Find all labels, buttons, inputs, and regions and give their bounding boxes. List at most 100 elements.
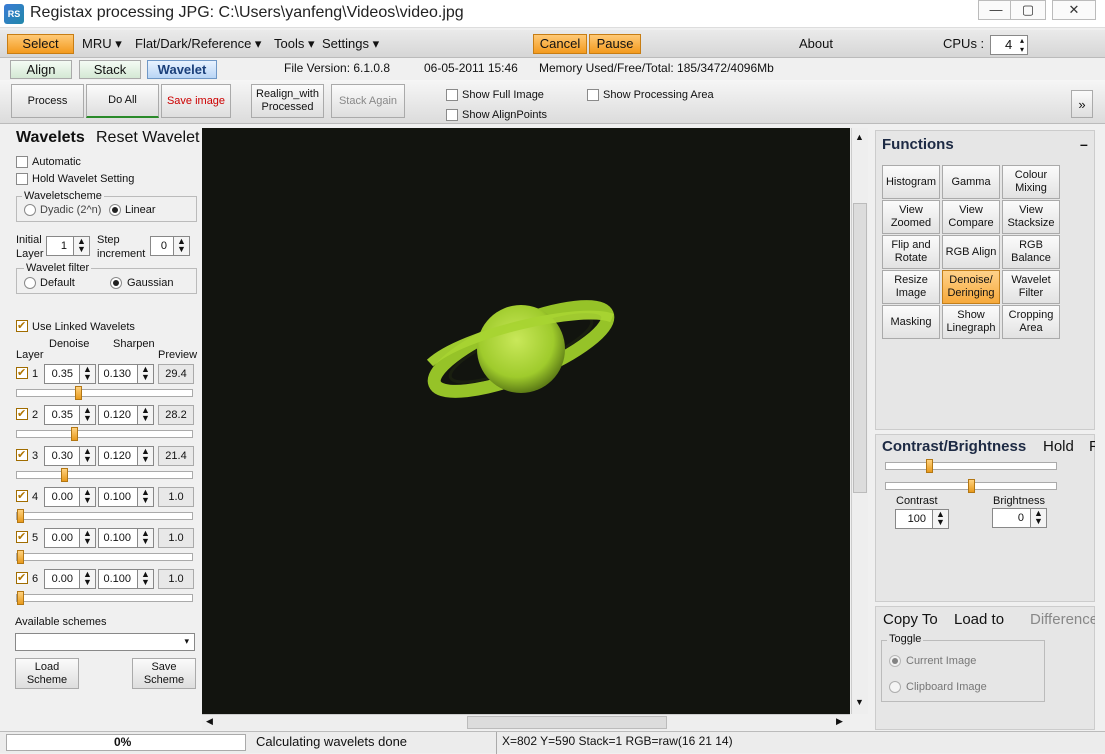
do-all-button[interactable]: Do All xyxy=(86,84,159,118)
hold-wavelet-checkbox[interactable] xyxy=(16,173,28,185)
scroll-left-icon[interactable]: ◀ xyxy=(206,716,213,727)
view-compare-button[interactable]: View Compare xyxy=(942,200,1000,234)
image-canvas[interactable] xyxy=(202,128,850,714)
settings-menu[interactable]: Settings ▾ xyxy=(322,36,379,52)
layer-enable-checkbox[interactable] xyxy=(16,367,28,379)
linear-radio[interactable] xyxy=(109,204,121,216)
histogram-button[interactable]: Histogram xyxy=(882,165,940,199)
save-image-button[interactable]: Save image xyxy=(161,84,231,118)
collapse-icon[interactable]: – xyxy=(1080,136,1088,152)
horizontal-scroll-thumb[interactable] xyxy=(467,716,667,729)
layer-slider[interactable] xyxy=(16,468,193,482)
scroll-right-icon[interactable]: ▶ xyxy=(836,716,843,727)
gaussian-radio[interactable] xyxy=(110,277,122,289)
tools-menu[interactable]: Tools ▾ xyxy=(274,36,315,52)
dyadic-radio[interactable] xyxy=(24,204,36,216)
stack-again-button[interactable]: Stack Again xyxy=(331,84,405,118)
default-radio[interactable] xyxy=(24,277,36,289)
minimize-button[interactable]: — xyxy=(978,0,1014,20)
colour-mixing-button[interactable]: Colour Mixing xyxy=(1002,165,1060,199)
flip-and-rotate-button[interactable]: Flip and Rotate xyxy=(882,235,940,269)
tab-wavelet[interactable]: Wavelet xyxy=(147,60,217,79)
layer-denoise-spinner[interactable]: 0.00 ▲ ▼ xyxy=(44,569,96,589)
masking-button[interactable]: Masking xyxy=(882,305,940,339)
show-linegraph-button[interactable]: Show Linegraph xyxy=(942,305,1000,339)
clipboard-image-radio[interactable] xyxy=(889,681,901,693)
select-button[interactable]: Select xyxy=(7,34,74,54)
layer-sharpen-spinner[interactable]: 0.100 ▲ ▼ xyxy=(98,569,154,589)
layer-denoise-spinner[interactable]: 0.00 ▲ ▼ xyxy=(44,487,96,507)
expand-icon[interactable]: » xyxy=(1071,90,1093,118)
step-increment-spinner[interactable]: 0 ▲ ▼ xyxy=(150,236,190,256)
copy-to-tab[interactable]: Copy To xyxy=(883,611,938,628)
layer-sharpen-spinner[interactable]: 0.120 ▲ ▼ xyxy=(98,405,154,425)
schemes-dropdown[interactable]: ▾ xyxy=(15,633,195,651)
rgb-align-button[interactable]: RGB Align xyxy=(942,235,1000,269)
layer-sharpen-spinner[interactable]: 0.100 ▲ ▼ xyxy=(98,528,154,548)
horizontal-scrollbar[interactable]: ◀ ▶ xyxy=(202,714,850,730)
pause-button[interactable]: Pause xyxy=(589,34,641,54)
layer-slider-thumb[interactable] xyxy=(17,550,24,564)
layer-denoise-spinner[interactable]: 0.35 ▲ ▼ xyxy=(44,405,96,425)
flat-dark-reference-menu[interactable]: Flat/Dark/Reference ▾ xyxy=(135,36,261,52)
brightness-slider-thumb[interactable] xyxy=(968,479,975,493)
layer-slider-thumb[interactable] xyxy=(17,591,24,605)
rgb-balance-button[interactable]: RGB Balance xyxy=(1002,235,1060,269)
save-scheme-button[interactable]: Save Scheme xyxy=(132,658,196,689)
load-to-tab[interactable]: Load to xyxy=(954,611,1004,628)
view-stacksize-button[interactable]: View Stacksize xyxy=(1002,200,1060,234)
show-full-image-checkbox[interactable] xyxy=(446,89,458,101)
difference-tab[interactable]: Difference xyxy=(1030,611,1095,628)
denoise-deringing-button[interactable]: Denoise/ Deringing xyxy=(942,270,1000,304)
reset-wavelet-tab[interactable]: Reset Wavelet xyxy=(96,129,199,147)
scroll-down-icon[interactable]: ▼ xyxy=(855,697,864,707)
automatic-checkbox[interactable] xyxy=(16,156,28,168)
cancel-button[interactable]: Cancel xyxy=(533,34,587,54)
load-scheme-button[interactable]: Load Scheme xyxy=(15,658,79,689)
layer-slider[interactable] xyxy=(16,550,193,564)
cpus-spinner[interactable]: 4 ▴ ▾ xyxy=(990,35,1028,55)
contrast-spinner[interactable]: 100 ▲ ▼ xyxy=(895,509,949,529)
tab-align[interactable]: Align xyxy=(10,60,72,79)
layer-slider[interactable] xyxy=(16,427,193,441)
current-image-radio[interactable] xyxy=(889,655,901,667)
layer-sharpen-spinner[interactable]: 0.120 ▲ ▼ xyxy=(98,446,154,466)
contrast-slider-thumb[interactable] xyxy=(926,459,933,473)
vertical-scroll-thumb[interactable] xyxy=(853,203,867,493)
layer-sharpen-spinner[interactable]: 0.130 ▲ ▼ xyxy=(98,364,154,384)
vertical-scrollbar[interactable]: ▲ ▼ xyxy=(851,128,868,714)
layer-denoise-spinner[interactable]: 0.35 ▲ ▼ xyxy=(44,364,96,384)
layer-enable-checkbox[interactable] xyxy=(16,408,28,420)
contrast-slider[interactable] xyxy=(885,459,1057,473)
brightness-spinner[interactable]: 0 ▲ ▼ xyxy=(992,508,1047,528)
layer-slider[interactable] xyxy=(16,386,193,400)
layer-enable-checkbox[interactable] xyxy=(16,490,28,502)
close-button[interactable]: ✕ xyxy=(1052,0,1096,20)
initial-layer-spinner[interactable]: 1 ▲ ▼ xyxy=(46,236,90,256)
layer-slider[interactable] xyxy=(16,591,193,605)
about-menu[interactable]: About xyxy=(799,36,833,51)
layer-denoise-spinner[interactable]: 0.30 ▲ ▼ xyxy=(44,446,96,466)
hold-tab[interactable]: Hold xyxy=(1043,438,1074,455)
brightness-slider[interactable] xyxy=(885,479,1057,493)
scroll-up-icon[interactable]: ▲ xyxy=(855,132,864,142)
layer-sharpen-spinner[interactable]: 0.100 ▲ ▼ xyxy=(98,487,154,507)
maximize-button[interactable]: ▢ xyxy=(1010,0,1046,20)
show-alignpoints-checkbox[interactable] xyxy=(446,109,458,121)
use-linked-checkbox[interactable] xyxy=(16,320,28,332)
realign-button[interactable]: Realign_with Processed xyxy=(251,84,324,118)
process-button[interactable]: Process xyxy=(11,84,84,118)
layer-enable-checkbox[interactable] xyxy=(16,572,28,584)
layer-slider-thumb[interactable] xyxy=(17,509,24,523)
show-processing-area-checkbox[interactable] xyxy=(587,89,599,101)
layer-slider-thumb[interactable] xyxy=(71,427,78,441)
mru-menu[interactable]: MRU ▾ xyxy=(82,36,122,52)
layer-denoise-spinner[interactable]: 0.00 ▲ ▼ xyxy=(44,528,96,548)
resize-image-button[interactable]: Resize Image xyxy=(882,270,940,304)
layer-enable-checkbox[interactable] xyxy=(16,449,28,461)
layer-enable-checkbox[interactable] xyxy=(16,531,28,543)
cropping-area-button[interactable]: Cropping Area xyxy=(1002,305,1060,339)
layer-slider-thumb[interactable] xyxy=(61,468,68,482)
extra-tab[interactable]: F xyxy=(1089,438,1095,455)
gamma-button[interactable]: Gamma xyxy=(942,165,1000,199)
